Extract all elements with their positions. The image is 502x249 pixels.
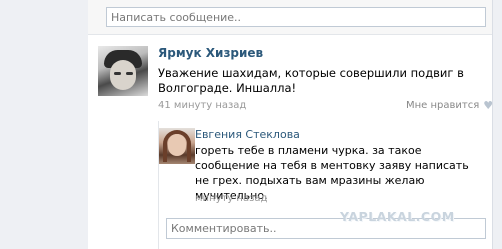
left-frame bbox=[0, 0, 89, 249]
comment-author-name[interactable]: Евгения Стеклова bbox=[195, 128, 300, 141]
watermark-logo: YAPLAKAL.COM bbox=[340, 209, 455, 224]
post-timestamp[interactable]: 41 минуту назад bbox=[158, 100, 246, 111]
comment-thread: Евгения Стеклова гореть тебе в пламени ч… bbox=[158, 121, 493, 249]
heart-icon: ♥ bbox=[483, 99, 494, 112]
write-message-input[interactable]: Написать сообщение.. bbox=[106, 7, 486, 27]
post-text: Уважение шахидам, которые совершили подв… bbox=[158, 66, 464, 95]
right-frame bbox=[492, 0, 502, 249]
top-reply-area: Написать сообщение.. bbox=[88, 0, 492, 35]
like-button[interactable]: Мне нравится ♥ bbox=[406, 99, 493, 112]
like-label: Мне нравится bbox=[406, 100, 480, 111]
post-author-avatar[interactable] bbox=[98, 46, 148, 96]
comment-timestamp[interactable]: минуту назад bbox=[195, 193, 267, 204]
post-author-name[interactable]: Ярмук Хизриев bbox=[158, 46, 263, 60]
comment-author-avatar[interactable] bbox=[159, 128, 195, 164]
